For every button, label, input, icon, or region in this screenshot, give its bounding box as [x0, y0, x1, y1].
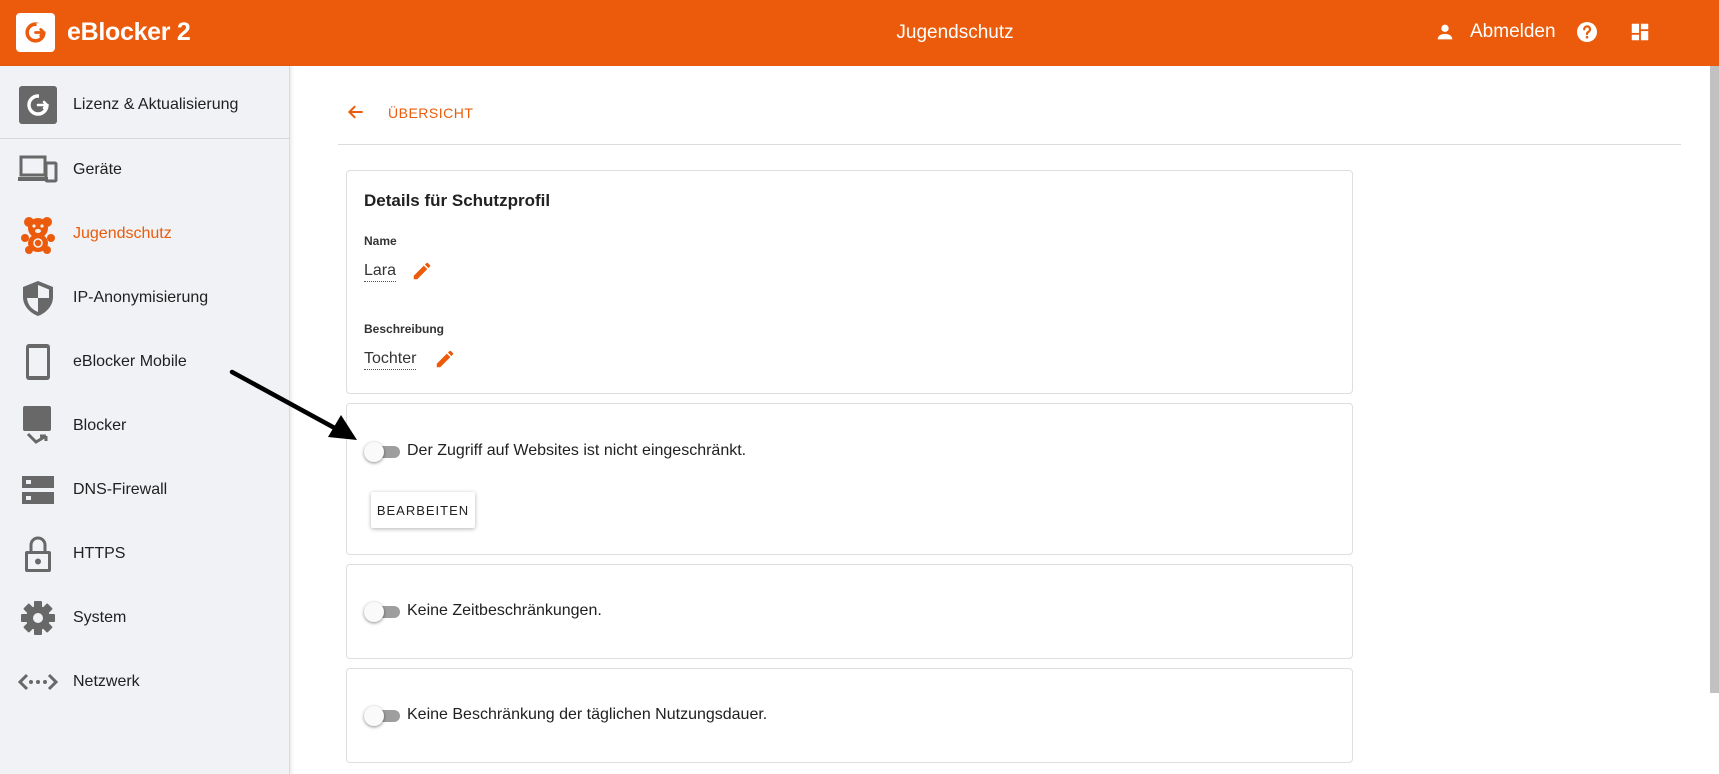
card-title: Details für Schutzprofil	[364, 191, 551, 210]
sidebar-item-label: Netzwerk	[73, 673, 140, 690]
sidebar-item-label: Geräte	[73, 161, 122, 178]
website-access-toggle[interactable]	[364, 441, 400, 463]
sidebar-item-label: Blocker	[73, 417, 127, 434]
profile-details-card: Details für Schutzprofil Name Lara Besch…	[346, 170, 1353, 394]
sidebar-item-label: IP-Anonymisierung	[73, 289, 209, 306]
daily-usage-toggle[interactable]	[364, 705, 400, 727]
edit-name-pencil-icon[interactable]	[411, 260, 433, 282]
sidebar-item-label: DNS-Firewall	[73, 481, 168, 498]
annotation-arrow	[229, 369, 357, 440]
website-access-card: Der Zugriff auf Websites ist nicht einge…	[346, 403, 1353, 555]
header-title: Jugendschutz	[896, 22, 1014, 43]
edit-button[interactable]: BEARBEITEN	[371, 492, 475, 528]
shield-icon	[23, 281, 53, 316]
sidebar-item-label: System	[73, 609, 127, 626]
back-link-label[interactable]: ÜBERSICHT	[388, 105, 473, 121]
header-divider	[338, 144, 1681, 145]
sidebar-item-ip-anonymization[interactable]: IP-Anonymisierung	[0, 266, 290, 330]
time-limits-label: Keine Zeitbeschränkungen.	[407, 602, 602, 619]
license-update-icon	[19, 86, 57, 124]
edit-description-pencil-icon[interactable]	[434, 348, 456, 370]
dns-server-icon	[22, 476, 54, 504]
sidebar-item-devices[interactable]: Geräte	[0, 138, 290, 202]
network-icon	[18, 673, 58, 691]
dashboard-icon[interactable]	[1629, 21, 1651, 43]
website-access-label: Der Zugriff auf Websites ist nicht einge…	[407, 442, 747, 459]
sidebar-item-label: Lizenz & Aktualisierung	[73, 96, 239, 113]
daily-usage-label: Keine Beschränkung der täglichen Nutzung…	[407, 706, 768, 723]
daily-usage-card: Keine Beschränkung der täglichen Nutzung…	[346, 668, 1353, 763]
scrollbar-thumb[interactable]	[1710, 66, 1719, 693]
sidebar-item-label: HTTPS	[73, 545, 126, 562]
arrow-back-icon[interactable]	[346, 102, 366, 122]
sidebar-item-dns-firewall[interactable]: DNS-Firewall	[0, 458, 290, 522]
gear-icon	[21, 601, 55, 635]
name-label: Name	[364, 234, 397, 248]
name-value[interactable]: Lara	[364, 261, 397, 282]
devices-icon	[18, 155, 58, 183]
sidebar-item-https[interactable]: HTTPS	[0, 522, 290, 586]
time-limits-toggle[interactable]	[364, 601, 400, 623]
logout-link[interactable]: Abmelden	[1470, 21, 1556, 43]
sidebar-item-system[interactable]: System	[0, 586, 290, 650]
sidebar-item-label: Jugendschutz	[73, 225, 172, 242]
time-limits-card: Keine Zeitbeschränkungen.	[346, 564, 1353, 659]
user-icon[interactable]	[1434, 21, 1456, 43]
description-label: Beschreibung	[364, 322, 445, 336]
teddy-bear-icon	[21, 217, 55, 254]
phone-icon	[26, 344, 50, 380]
sidebar-item-label: eBlocker Mobile	[73, 353, 187, 370]
sidebar-item-parental-control[interactable]: Jugendschutz	[0, 202, 290, 266]
help-icon[interactable]	[1575, 20, 1599, 44]
sidebar-item-network[interactable]: Netzwerk	[0, 650, 290, 714]
lock-icon	[25, 536, 51, 572]
description-value[interactable]: Tochter	[364, 349, 417, 370]
top-bar: eBlocker 2 Jugendschutz Abmelden	[0, 0, 1719, 66]
sidebar-item-license[interactable]: Lizenz & Aktualisierung	[0, 73, 290, 137]
blocker-icon	[23, 406, 51, 444]
